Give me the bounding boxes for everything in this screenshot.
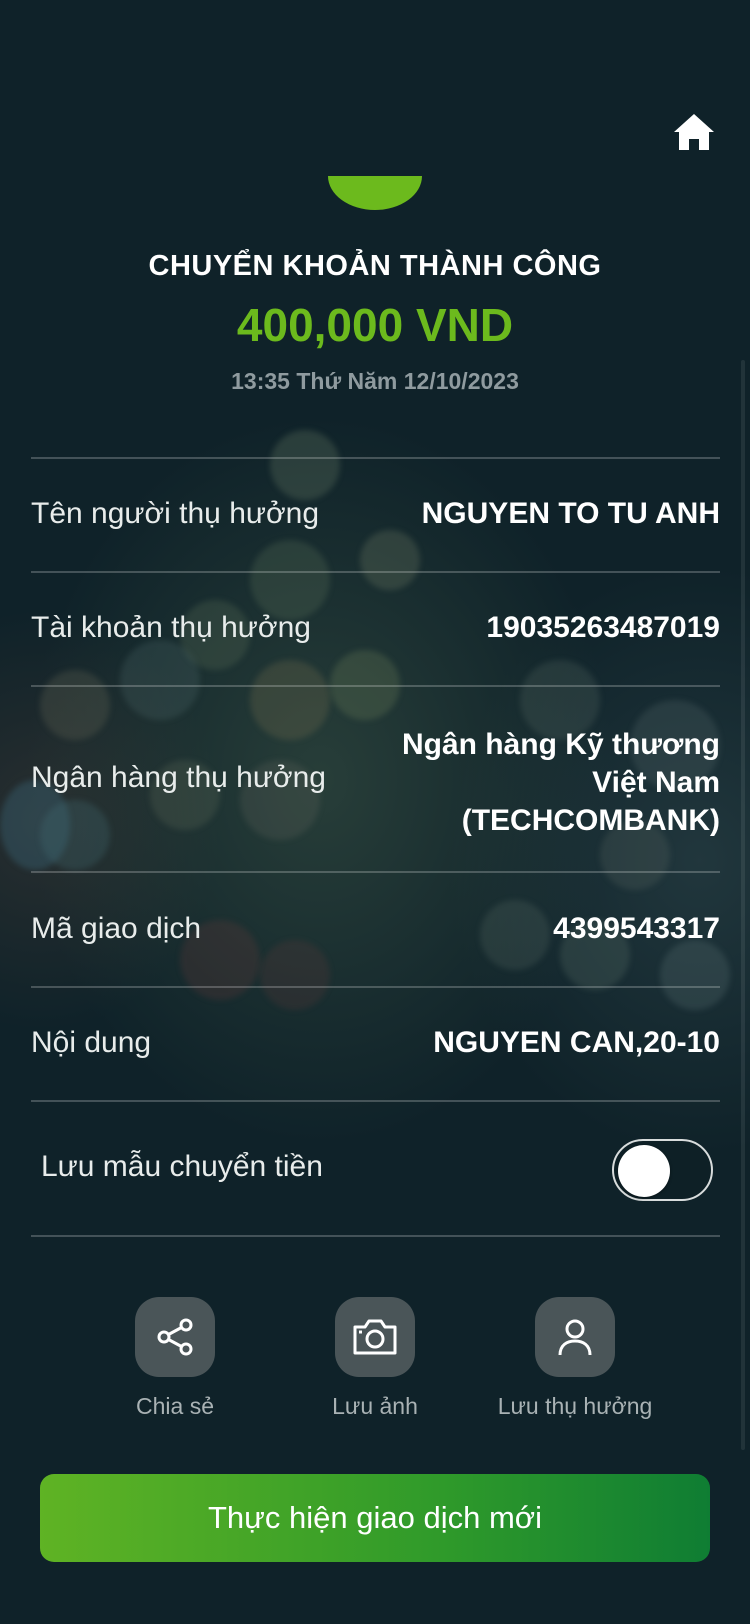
save-image-label: Lưu ảnh bbox=[332, 1393, 418, 1419]
bank-name-line: (TECHCOMBANK) bbox=[461, 804, 720, 837]
user-icon[interactable] bbox=[535, 1297, 615, 1377]
divider bbox=[31, 986, 720, 988]
divider bbox=[31, 871, 720, 873]
beneficiary-name-label: Tên người thụ hưởng bbox=[31, 497, 320, 530]
beneficiary-account-label: Tài khoản thụ hưởng bbox=[31, 611, 311, 644]
save-template-toggle[interactable] bbox=[612, 1139, 713, 1201]
divider bbox=[31, 1235, 720, 1237]
camera-icon[interactable] bbox=[335, 1297, 415, 1377]
beneficiary-bank-value: Ngân hàng Kỹ thương Việt Nam (TECHCOMBAN… bbox=[402, 726, 720, 840]
home-icon[interactable] bbox=[672, 110, 716, 154]
transfer-amount: 400,000 VND bbox=[236, 299, 514, 351]
beneficiary-account-value: 19035263487019 bbox=[486, 611, 720, 644]
transaction-id-value: 4399543317 bbox=[553, 912, 720, 945]
save-image-button[interactable]: Lưu ảnh bbox=[275, 1297, 475, 1420]
beneficiary-name-value: NGUYEN TO TU ANH bbox=[421, 497, 720, 530]
scrollbar[interactable] bbox=[741, 360, 745, 1450]
content-value: NGUYEN CAN,20-10 bbox=[433, 1026, 720, 1059]
transaction-id-label: Mã giao dịch bbox=[31, 912, 202, 945]
share-label: Chia sẻ bbox=[136, 1393, 214, 1419]
bank-name-line: Ngân hàng Kỹ thương bbox=[401, 728, 720, 761]
toggle-knob bbox=[618, 1145, 670, 1197]
status-title: CHUYỂN KHOẢN THÀNH CÔNG bbox=[148, 250, 602, 282]
share-icon[interactable] bbox=[135, 1297, 215, 1377]
new-transaction-button[interactable]: Thực hiện giao dịch mới bbox=[40, 1474, 710, 1562]
divider bbox=[31, 1100, 720, 1102]
share-button[interactable]: Chia sẻ bbox=[75, 1297, 275, 1420]
divider bbox=[31, 457, 720, 459]
beneficiary-bank-label: Ngân hàng thụ hưởng bbox=[31, 761, 326, 794]
save-beneficiary-button[interactable]: Lưu thụ hưởng bbox=[475, 1297, 675, 1420]
divider bbox=[31, 685, 720, 687]
divider bbox=[31, 571, 720, 573]
content-label: Nội dung bbox=[31, 1026, 152, 1059]
save-beneficiary-label: Lưu thụ hưởng bbox=[497, 1393, 653, 1419]
transaction-datetime: 13:35 Thứ Năm 12/10/2023 bbox=[231, 368, 519, 394]
bank-name-line: Việt Nam bbox=[592, 766, 720, 799]
save-template-label: Lưu mẫu chuyển tiền bbox=[41, 1150, 323, 1183]
